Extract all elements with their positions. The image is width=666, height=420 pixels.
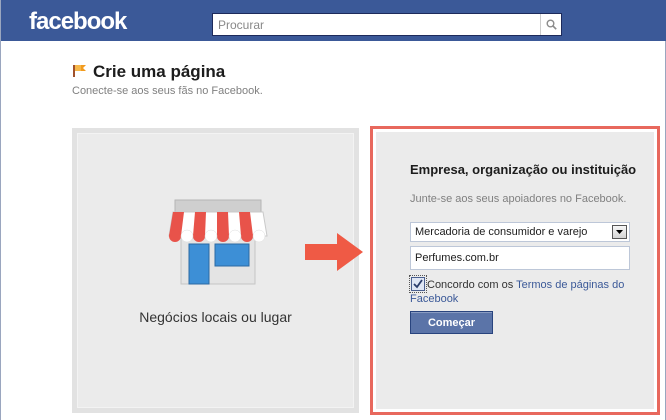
facebook-logo[interactable]: facebook: [29, 8, 127, 36]
category-selected-value: Mercadoria de consumidor e varejo: [415, 226, 588, 238]
category-select[interactable]: Mercadoria de consumidor e varejo: [410, 222, 630, 242]
page-subtitle: Conecte-se aos seus fãs no Facebook.: [72, 85, 263, 97]
agree-text: Concordo com os: [427, 279, 517, 291]
page-title: Crie uma página: [93, 62, 226, 81]
start-button[interactable]: Começar: [410, 311, 493, 334]
search-button[interactable]: [540, 14, 561, 35]
search-box[interactable]: [212, 13, 562, 36]
dropdown-arrow[interactable]: [612, 225, 627, 239]
terms-agreement: Concordo com os Termos de páginas do Fac…: [410, 278, 630, 306]
search-input[interactable]: [213, 14, 541, 35]
card-body: Empresa, organização ou instituição Junt…: [376, 132, 654, 409]
page-name-field[interactable]: [410, 246, 630, 270]
search-icon: [546, 19, 557, 30]
arrow-right-icon: [305, 233, 363, 271]
card-title: Empresa, organização ou instituição: [410, 162, 637, 177]
local-business-label: Negócios locais ou lugar: [139, 309, 292, 325]
storefront-icon: [168, 199, 268, 285]
top-bar: facebook: [1, 0, 666, 41]
company-organization-card: Empresa, organização ou instituição Junt…: [370, 126, 660, 415]
card-subtitle: Junte-se aos seus apoiadores no Facebook…: [410, 193, 627, 205]
chevron-down-icon: [616, 230, 623, 234]
flag-icon: [73, 65, 86, 77]
